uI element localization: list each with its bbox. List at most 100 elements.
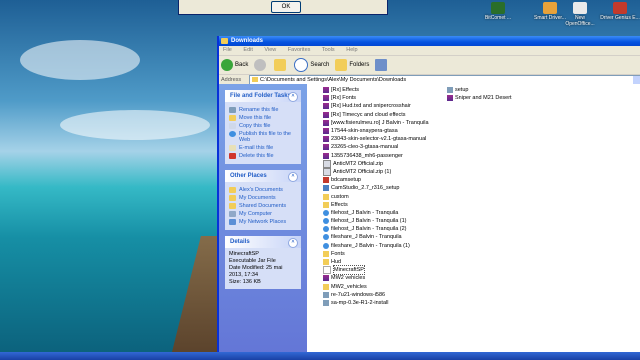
file-name: fileshare_J Balvin - Tranquila xyxy=(331,234,402,241)
chevron-up-icon[interactable]: ^ xyxy=(288,238,298,248)
file-name: AnticMT2 Official.zip xyxy=(333,160,384,167)
file-name: [Rx] Hud.txd and snipercrosshair xyxy=(331,103,411,110)
exe-file-icon xyxy=(323,291,329,298)
file-name: MW2_vehicles xyxy=(331,283,367,290)
network-icon xyxy=(229,219,236,225)
details-header[interactable]: Details ^ xyxy=(225,236,301,248)
file-item[interactable]: setup xyxy=(447,86,512,94)
address-dropdown-icon[interactable] xyxy=(633,76,640,84)
file-item[interactable]: AnticMT2 Official.zip xyxy=(323,159,429,168)
window-titlebar[interactable]: Downloads xyxy=(219,36,640,46)
chevron-up-icon[interactable]: ^ xyxy=(288,92,298,102)
task-email[interactable]: E-mail this file xyxy=(229,145,297,151)
file-item[interactable]: CamStudio_2.7_r316_setup xyxy=(323,184,429,192)
task-copy[interactable]: Copy this file xyxy=(229,123,297,129)
back-button[interactable]: Back xyxy=(221,59,248,71)
file-folder-tasks-header[interactable]: File and Folder Tasks ^ xyxy=(225,90,301,102)
file-item[interactable]: AnticMT2 Official.zip (1) xyxy=(323,167,429,176)
file-item[interactable]: [Rx] Fonts xyxy=(323,94,429,102)
file-list-area[interactable]: [Rx] Effects [Rx] Fonts [Rx] Hud.txd and s… xyxy=(307,84,640,360)
computer-icon xyxy=(229,211,236,217)
file-item[interactable]: MW2 vehicles xyxy=(323,274,429,282)
red-file-icon xyxy=(323,177,329,184)
bitcomet-icon xyxy=(491,2,505,14)
publish-web-icon xyxy=(229,131,236,137)
file-item[interactable]: fileshare_J Balvin - Tranquila (1) xyxy=(323,242,429,250)
file-item[interactable]: [Rx] Effects xyxy=(323,86,429,94)
file-name: sa-mp-0.3e-R1-2-install xyxy=(331,299,389,306)
file-item[interactable]: 17544-skin-snaypera-gtasa xyxy=(323,127,429,135)
file-item[interactable]: Sniper and M21 Desert xyxy=(447,94,512,102)
search-button[interactable]: Search xyxy=(294,58,329,72)
file-item[interactable]: [Rx] Hud.txd and snipercrosshair xyxy=(323,102,429,110)
task-move[interactable]: Move this file xyxy=(229,115,297,121)
ie-file-icon xyxy=(323,209,329,216)
file-item[interactable]: 1355736438_mh6-passenger xyxy=(323,152,429,160)
file-item[interactable]: MinecraftSP xyxy=(323,265,429,276)
forward-button[interactable] xyxy=(254,59,268,71)
fold-file-icon xyxy=(323,201,329,208)
file-item[interactable]: 23043-skin-selector-v2.1-gtasa-manual xyxy=(323,135,429,143)
task-label: Rename this file xyxy=(239,107,279,113)
desktop-icon-driver-genius[interactable]: Driver Genius E... xyxy=(600,2,640,21)
task-label: E-mail this file xyxy=(239,145,274,151)
up-folder-button[interactable] xyxy=(274,59,288,71)
desktop-icon-label: Driver Genius E... xyxy=(600,15,640,21)
details-size: Size: 136 KB xyxy=(229,279,261,285)
place-shared-documents[interactable]: Shared Documents xyxy=(229,203,297,209)
back-label: Back xyxy=(235,62,249,68)
file-name: [www.fisierulmeu.ro] J Balvin - Tranquil… xyxy=(331,119,429,126)
views-button[interactable] xyxy=(375,59,389,71)
folder-icon xyxy=(252,77,258,82)
menu-file[interactable]: File xyxy=(223,47,232,53)
file-item[interactable]: Effects xyxy=(323,201,429,209)
menu-edit[interactable]: Edit xyxy=(243,47,252,53)
file-name: custom xyxy=(331,193,349,200)
place-my-computer[interactable]: My Computer xyxy=(229,211,297,217)
rar-file-icon xyxy=(323,136,329,143)
place-my-network[interactable]: My Network Places xyxy=(229,219,297,225)
file-item[interactable]: filehost_J Balvin - Tranquila (1) xyxy=(323,217,429,225)
task-publish[interactable]: Publish this file to the Web xyxy=(229,131,297,143)
file-item[interactable]: custom xyxy=(323,192,429,200)
file-item[interactable]: filehost_J Balvin - Tranquila xyxy=(323,209,429,217)
file-item[interactable]: 23265-cleo-3-gtasa-manual xyxy=(323,143,429,151)
file-item[interactable]: bdcamsetup xyxy=(323,176,429,184)
place-alex-documents[interactable]: Alex's Documents xyxy=(229,187,297,193)
ok-button[interactable]: OK xyxy=(271,1,301,13)
file-name: fileshare_J Balvin - Tranquila (1) xyxy=(331,242,410,249)
file-item[interactable]: [www.fisierulmeu.ro] J Balvin - Tranquil… xyxy=(323,119,429,127)
menu-help[interactable]: Help xyxy=(346,47,357,53)
menu-view[interactable]: View xyxy=(264,47,276,53)
desktop-icon-bitcomet[interactable]: BitComet ... xyxy=(478,2,518,21)
desktop-icon-openoffice[interactable]: New OpenOffice... xyxy=(560,2,600,27)
file-item[interactable]: sa-mp-0.3e-R1-2-install xyxy=(323,299,429,307)
menu-favorites[interactable]: Favorites xyxy=(288,47,311,53)
file-name: 23265-cleo-3-gtasa-manual xyxy=(331,144,399,151)
file-item[interactable]: filehost_J Balvin - Tranquila (2) xyxy=(323,225,429,233)
file-item[interactable]: MW2_vehicles xyxy=(323,283,429,291)
task-rename[interactable]: Rename this file xyxy=(229,107,297,113)
fold-file-icon xyxy=(323,259,329,266)
task-delete[interactable]: Delete this file xyxy=(229,153,297,159)
file-name: AnticMT2 Official.zip (1) xyxy=(333,168,392,175)
other-places-header[interactable]: Other Places ^ xyxy=(225,170,301,182)
rename-icon xyxy=(229,107,236,113)
file-item[interactable]: Fonts xyxy=(323,250,429,258)
up-folder-icon xyxy=(274,59,287,71)
file-item[interactable]: fileshare_J Balvin - Tranquila xyxy=(323,233,429,241)
file-item[interactable]: [Rx] Timecyc and cloud effects xyxy=(323,111,429,119)
file-name: Effects xyxy=(331,201,348,208)
details-file-type: Executable Jar File xyxy=(229,258,276,264)
chevron-up-icon[interactable]: ^ xyxy=(288,172,298,182)
file-name: 1355736438_mh6-passenger xyxy=(331,152,403,159)
task-label: Publish this file to the Web xyxy=(239,131,291,143)
details-file-name: MinecraftSP xyxy=(229,251,259,257)
file-item[interactable]: re-7u21-windows-i586 xyxy=(323,291,429,299)
rar-file-icon xyxy=(323,152,329,159)
place-my-documents[interactable]: My Documents xyxy=(229,195,297,201)
search-label: Search xyxy=(310,62,330,68)
folders-button[interactable]: Folders xyxy=(335,59,369,71)
menu-tools[interactable]: Tools xyxy=(322,47,335,53)
file-folder-tasks: File and Folder Tasks ^ Rename this file… xyxy=(225,90,301,164)
